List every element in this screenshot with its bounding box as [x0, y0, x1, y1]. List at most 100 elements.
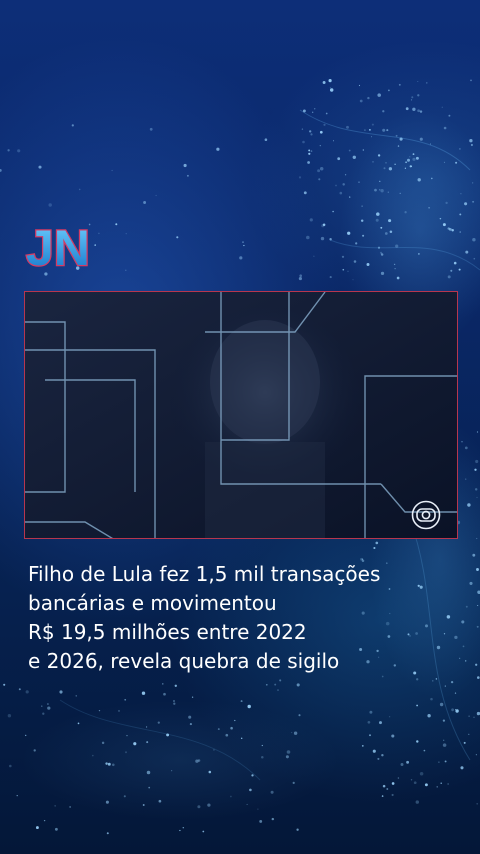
- particle-dot: [396, 276, 400, 280]
- particle-dot: [419, 137, 423, 141]
- particle-dot: [377, 757, 380, 760]
- particle-dot: [323, 123, 326, 126]
- particle-dot: [279, 679, 282, 682]
- particle-dot: [133, 742, 137, 746]
- particle-dot: [412, 153, 415, 155]
- particle-dot: [472, 237, 476, 242]
- particle-dot: [7, 149, 10, 152]
- particle-dot: [417, 178, 421, 182]
- particle-dot: [358, 84, 361, 87]
- particle-dot: [454, 692, 457, 694]
- particle-dot: [16, 794, 18, 797]
- particle-dot: [442, 719, 446, 722]
- particle-dot: [477, 604, 479, 607]
- particle-dot: [125, 233, 127, 235]
- particle-dot: [251, 774, 254, 777]
- particle-dot: [75, 695, 77, 697]
- particle-dot: [124, 698, 127, 701]
- particle-dot: [320, 236, 325, 241]
- particle-dot: [412, 107, 416, 111]
- particle-dot: [397, 145, 400, 147]
- particle-dot: [476, 568, 479, 571]
- particle-dot: [443, 126, 447, 130]
- particle-dot: [348, 149, 351, 152]
- particle-dot: [388, 716, 391, 718]
- particle-dot: [298, 714, 301, 717]
- particle-dot: [33, 749, 36, 752]
- particle-dot: [470, 143, 473, 147]
- particle-dot: [427, 714, 431, 718]
- particle-dot: [454, 708, 457, 711]
- particle-dot: [240, 737, 243, 740]
- particle-dot: [470, 79, 472, 82]
- particle-dot: [162, 683, 164, 685]
- particle-dot: [308, 149, 311, 152]
- particle-dot: [47, 706, 51, 710]
- particle-dot: [176, 236, 179, 239]
- particle-dot: [319, 167, 324, 171]
- particle-dot: [438, 761, 440, 763]
- particle-dot: [265, 683, 268, 686]
- particle-dot: [381, 754, 384, 757]
- particle-dot: [468, 733, 470, 735]
- particle-dot: [346, 125, 349, 129]
- particle-dot: [374, 188, 377, 192]
- particle-dot: [38, 165, 42, 169]
- particle-dot: [361, 745, 364, 747]
- particle-dot: [270, 790, 274, 794]
- particle-dot: [451, 708, 454, 712]
- particle-dot: [146, 741, 149, 744]
- particle-dot: [361, 205, 363, 207]
- particle-dot: [415, 800, 419, 804]
- particle-dot: [341, 255, 345, 258]
- particle-dot: [7, 714, 12, 718]
- particle-dot: [473, 257, 476, 260]
- particle-dot: [451, 228, 454, 232]
- particle-dot: [313, 255, 315, 257]
- particle-dot: [459, 657, 461, 659]
- particle-dot: [455, 161, 458, 164]
- particle-dot: [319, 130, 323, 134]
- particle-dot: [318, 178, 321, 181]
- particle-dot: [428, 206, 430, 209]
- particle-dot: [405, 161, 407, 164]
- particle-dot: [264, 138, 268, 141]
- particle-dot: [467, 503, 471, 507]
- particle-dot: [274, 683, 277, 686]
- particle-dot: [42, 712, 45, 715]
- particle-dot: [158, 799, 162, 803]
- particle-dot: [243, 244, 245, 247]
- particle-dot: [419, 110, 423, 113]
- particle-dot: [394, 267, 396, 270]
- particle-dot: [453, 261, 457, 265]
- particle-dot: [319, 144, 321, 147]
- particle-dot: [369, 710, 373, 714]
- particle-dot: [448, 114, 451, 117]
- particle-dot: [111, 169, 113, 172]
- particle-dot: [337, 157, 341, 161]
- particle-dot: [148, 786, 151, 789]
- particle-dot: [329, 276, 332, 279]
- particle-dot: [171, 770, 173, 772]
- particle-dot: [476, 537, 478, 540]
- particle-dot: [436, 786, 438, 788]
- particle-dot: [362, 149, 364, 151]
- particle-dot: [432, 680, 434, 682]
- particle-dot: [325, 112, 328, 115]
- particle-dot: [382, 128, 386, 132]
- particle-dot: [163, 692, 166, 696]
- particle-dot: [9, 764, 12, 768]
- headline-line: R$ 19,5 milhões entre 2022: [28, 620, 307, 644]
- particle-dot: [406, 760, 410, 764]
- particle-dot: [476, 802, 479, 805]
- particle-dot: [379, 180, 381, 182]
- particle-dot: [54, 827, 58, 831]
- particle-dot: [417, 94, 420, 97]
- jn-logo-text: JN: [26, 220, 90, 274]
- particle-dot: [317, 169, 321, 173]
- particle-dot: [349, 196, 351, 198]
- particle-dot: [474, 468, 477, 471]
- jn-logo: JN: [22, 218, 110, 274]
- video-player[interactable]: [24, 291, 458, 539]
- particle-dot: [473, 716, 475, 718]
